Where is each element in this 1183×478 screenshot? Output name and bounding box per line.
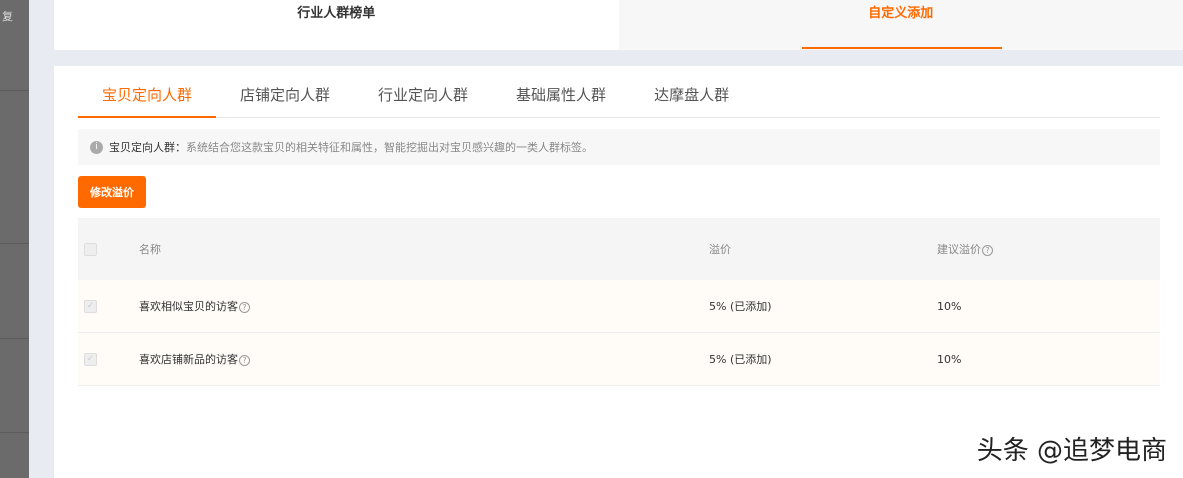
- divider: [0, 243, 29, 244]
- row-checkbox[interactable]: ✓: [84, 299, 97, 313]
- row-checkbox[interactable]: ✓: [84, 352, 97, 366]
- tab-custom-add[interactable]: 自定义添加: [618, 0, 1183, 50]
- table-header: 名称 溢价 建议溢价?: [78, 218, 1160, 280]
- tip-title: 宝贝定向人群：: [109, 141, 186, 154]
- tab-basic-attr-audience[interactable]: 基础属性人群: [492, 66, 630, 118]
- tab-industry-ranking[interactable]: 行业人群榜单: [54, 0, 619, 50]
- divider: [0, 432, 29, 433]
- row-name: 喜欢相似宝贝的访客: [139, 300, 238, 313]
- tip-text: 系统结合您这款宝贝的相关特征和属性，智能挖掘出对宝贝感兴趣的一类人群标签。: [186, 141, 593, 154]
- row-suggest: 10%: [937, 352, 962, 366]
- main-panel: 宝贝定向人群 店铺定向人群 行业定向人群 基础属性人群 达摩盘人群 i 宝贝定向…: [54, 66, 1183, 478]
- copy-label[interactable]: 复: [2, 8, 13, 24]
- header-suggest: 建议溢价: [937, 243, 981, 256]
- top-tabs: 行业人群榜单 自定义添加: [54, 0, 1183, 50]
- watermark: 头条 @追梦电商: [976, 436, 1167, 466]
- audience-tabs: 宝贝定向人群 店铺定向人群 行业定向人群 基础属性人群 达摩盘人群: [78, 66, 1160, 118]
- help-icon[interactable]: ?: [239, 355, 250, 366]
- row-suggest: 10%: [937, 299, 962, 313]
- select-all-checkbox[interactable]: [84, 242, 97, 256]
- header-premium: 溢价: [709, 243, 731, 256]
- row-premium: 5% (已添加): [709, 300, 772, 313]
- info-tip: i 宝贝定向人群： 系统结合您这款宝贝的相关特征和属性，智能挖掘出对宝贝感兴趣的…: [78, 129, 1160, 165]
- help-icon[interactable]: ?: [239, 302, 250, 313]
- tab-industry-audience[interactable]: 行业定向人群: [354, 66, 492, 118]
- header-name: 名称: [139, 243, 161, 256]
- table-row: ✓ 喜欢相似宝贝的访客? 5% (已添加) 10%: [78, 280, 1160, 333]
- tab-store-audience[interactable]: 店铺定向人群: [216, 66, 354, 118]
- row-premium: 5% (已添加): [709, 353, 772, 366]
- modify-premium-button[interactable]: 修改溢价: [78, 176, 146, 208]
- divider: [0, 338, 29, 339]
- tab-damopan-audience[interactable]: 达摩盘人群: [630, 66, 753, 118]
- tab-item-audience[interactable]: 宝贝定向人群: [78, 66, 217, 118]
- info-icon: i: [90, 140, 103, 154]
- divider: [0, 90, 29, 91]
- row-name: 喜欢店铺新品的访客: [139, 353, 238, 366]
- table-row: ✓ 喜欢店铺新品的访客? 5% (已添加) 10%: [78, 333, 1160, 386]
- audience-table: 名称 溢价 建议溢价? ✓ 喜欢相似宝贝的访客? 5% (已添加) 10% ✓ …: [78, 218, 1160, 386]
- help-icon[interactable]: ?: [982, 245, 993, 256]
- left-sidebar: 复: [0, 0, 29, 478]
